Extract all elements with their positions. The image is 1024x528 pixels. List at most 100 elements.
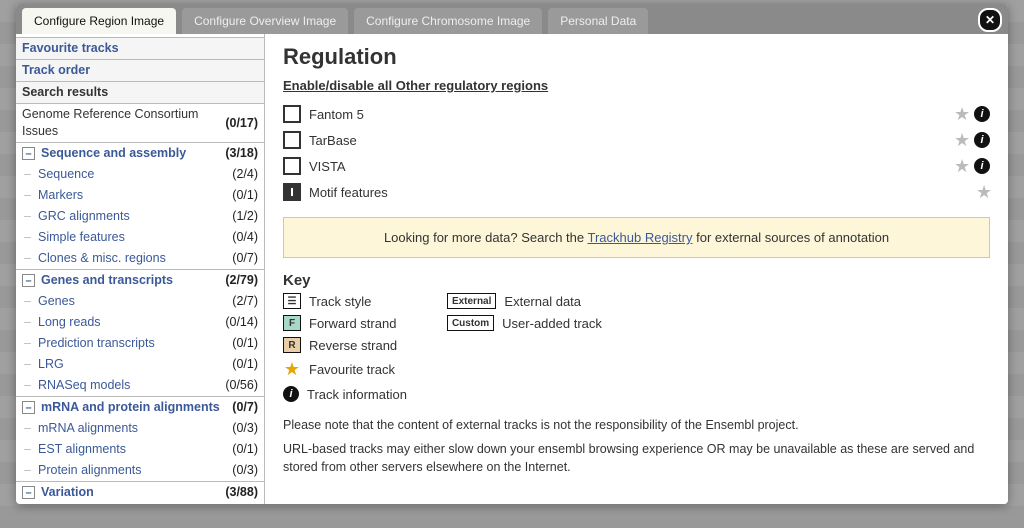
sidebar-item-track_order[interactable]: Track order [16, 59, 264, 82]
collapse-icon[interactable]: – [22, 274, 35, 287]
key-col: ExternalExternal dataCustomUser-added tr… [447, 293, 602, 402]
key-heading: Key [283, 272, 990, 289]
sidebar-item-mrna-alignments[interactable]: mRNA alignments(0/3) [16, 418, 264, 439]
sidebar-item-count: (0/7) [232, 399, 258, 416]
note-text: URL-based tracks may either slow down yo… [283, 440, 990, 476]
motif-icon[interactable] [283, 183, 301, 201]
sidebar-item-label: Track order [22, 62, 90, 79]
sidebar-section-mrna-and-protein-alignments[interactable]: –mRNA and protein alignments (0/7) [16, 397, 264, 418]
sidebar-item-label: Sequence [38, 166, 94, 183]
external-badge-icon: External [447, 293, 496, 309]
note-text: Please note that the content of external… [283, 416, 990, 434]
track-name: Fantom 5 [309, 107, 364, 122]
sidebar-item-count: (0/4) [232, 229, 258, 246]
sidebar-item-label: Simple features [38, 229, 125, 246]
sidebar-item-count: (3/88) [225, 484, 258, 501]
sidebar-item-label: EST alignments [38, 441, 126, 458]
sidebar-item-count: (1/2) [232, 208, 258, 225]
key-label: Forward strand [309, 316, 396, 331]
favourite-star-icon[interactable] [954, 133, 968, 147]
sidebar-section-sequence-and-assembly[interactable]: –Sequence and assembly (3/18) [16, 143, 264, 164]
sidebar-item-clones-misc-regions[interactable]: Clones & misc. regions(0/7) [16, 248, 264, 269]
sidebar-item-label: Markers [38, 187, 83, 204]
msg-after: for external sources of annotation [693, 230, 890, 245]
custom-badge-icon: Custom [447, 315, 494, 331]
favourite-star-icon[interactable] [976, 185, 990, 199]
sidebar-item-long-reads[interactable]: Long reads (0/14) [16, 312, 264, 333]
info-icon[interactable] [974, 132, 990, 148]
track-name: TarBase [309, 133, 357, 148]
collapse-icon[interactable]: – [22, 147, 35, 160]
track-checkbox[interactable] [283, 131, 301, 149]
sidebar-item-count: (0/3) [232, 420, 258, 437]
favourite-star-icon[interactable] [954, 107, 968, 121]
trackhub-link[interactable]: Trackhub Registry [588, 230, 693, 245]
info-icon[interactable] [974, 106, 990, 122]
notes: Please note that the content of external… [283, 416, 990, 476]
favourite-icon [283, 359, 301, 380]
trackhub-message: Looking for more data? Search the Trackh… [283, 217, 990, 258]
sidebar-item-count: (2/79) [225, 272, 258, 289]
sidebar-item-label: Search results [22, 84, 108, 101]
key-item: Favourite track [283, 359, 407, 380]
sidebar-item-search[interactable]: Search results [16, 81, 264, 104]
sidebar-section-genes-and-transcripts[interactable]: –Genes and transcripts (2/79) [16, 270, 264, 291]
sidebar-item-label: Genes and transcripts [41, 272, 173, 289]
collapse-icon[interactable]: – [22, 401, 35, 414]
tab-configure-chromosome-image[interactable]: Configure Chromosome Image [354, 8, 542, 34]
key-col: ☰Track styleFForward strandRReverse stra… [283, 293, 407, 402]
sidebar-item-count: (0/3) [232, 462, 258, 479]
key-item: Track information [283, 386, 407, 402]
sidebar-item-label: mRNA and protein alignments [41, 399, 220, 416]
msg-before: Looking for more data? Search the [384, 230, 588, 245]
track-list: Fantom 5TarBaseVISTAMotif features [283, 101, 990, 205]
favourite-star-icon[interactable] [954, 159, 968, 173]
sidebar-item-rnaseq-models[interactable]: RNASeq models(0/56) [16, 375, 264, 396]
key-label: Track information [307, 387, 407, 402]
sidebar-item-prediction-transcripts[interactable]: Prediction transcripts(0/1) [16, 333, 264, 354]
sidebar-item-simple-features[interactable]: Simple features (0/4) [16, 227, 264, 248]
sidebar-item-count: (0/14) [225, 314, 258, 331]
sidebar-item-count: (0/1) [232, 441, 258, 458]
close-icon[interactable]: ✕ [978, 8, 1002, 32]
sidebar-item-favourite[interactable]: Favourite tracks [16, 37, 264, 60]
key-label: Reverse strand [309, 338, 397, 353]
sidebar-item-est-alignments[interactable]: EST alignments (0/1) [16, 439, 264, 460]
sidebar-item-markers[interactable]: Markers (0/1) [16, 185, 264, 206]
sidebar-item-lrg[interactable]: LRG(0/1) [16, 354, 264, 375]
tab-configure-overview-image[interactable]: Configure Overview Image [182, 8, 348, 34]
key-label: Track style [309, 294, 371, 309]
track-checkbox[interactable] [283, 105, 301, 123]
sidebar-item-grc-alignments[interactable]: GRC alignments (1/2) [16, 206, 264, 227]
sidebar-item-count: (0/1) [232, 356, 258, 373]
sidebar-item-count: (3/18) [225, 145, 258, 162]
track-row: TarBase [283, 127, 990, 153]
sidebar-item-genes[interactable]: Genes(2/7) [16, 291, 264, 312]
sidebar-item-sequence-variants[interactable]: Sequence variants(1/20) [16, 503, 264, 504]
track-row: Fantom 5 [283, 101, 990, 127]
info-icon [283, 386, 299, 402]
collapse-icon[interactable]: – [22, 486, 35, 499]
sidebar-item-count: (0/1) [232, 187, 258, 204]
sidebar-item-label: Sequence and assembly [41, 145, 186, 162]
sidebar-item-sequence[interactable]: Sequence (2/4) [16, 164, 264, 185]
tab-personal-data[interactable]: Personal Data [548, 8, 648, 34]
reverse-strand-icon: R [283, 337, 301, 353]
tab-configure-region-image[interactable]: Configure Region Image [22, 8, 176, 34]
sidebar-section-variation[interactable]: –Variation(3/88) [16, 482, 264, 503]
sidebar-item-label: Prediction transcripts [38, 335, 155, 352]
sidebar-item-grc[interactable]: Genome Reference Consortium Issues(0/17) [16, 103, 264, 143]
sidebar-item-count: (2/4) [232, 166, 258, 183]
track-checkbox[interactable] [283, 157, 301, 175]
info-icon[interactable] [974, 158, 990, 174]
sidebar-item-label: Clones & misc. regions [38, 250, 166, 267]
track-name: VISTA [309, 159, 346, 174]
sidebar: Favourite tracks Track order Search result… [16, 34, 265, 504]
sidebar-item-label: GRC alignments [38, 208, 130, 225]
sidebar-item-label: Genes [38, 293, 75, 310]
sidebar-item-protein-alignments[interactable]: Protein alignments(0/3) [16, 460, 264, 481]
enable-all-link[interactable]: Enable/disable all Other regulatory regi… [283, 78, 548, 93]
key-label: External data [504, 294, 581, 309]
sidebar-item-label: Long reads [38, 314, 101, 331]
config-dialog: Configure Region ImageConfigure Overview… [16, 4, 1008, 504]
